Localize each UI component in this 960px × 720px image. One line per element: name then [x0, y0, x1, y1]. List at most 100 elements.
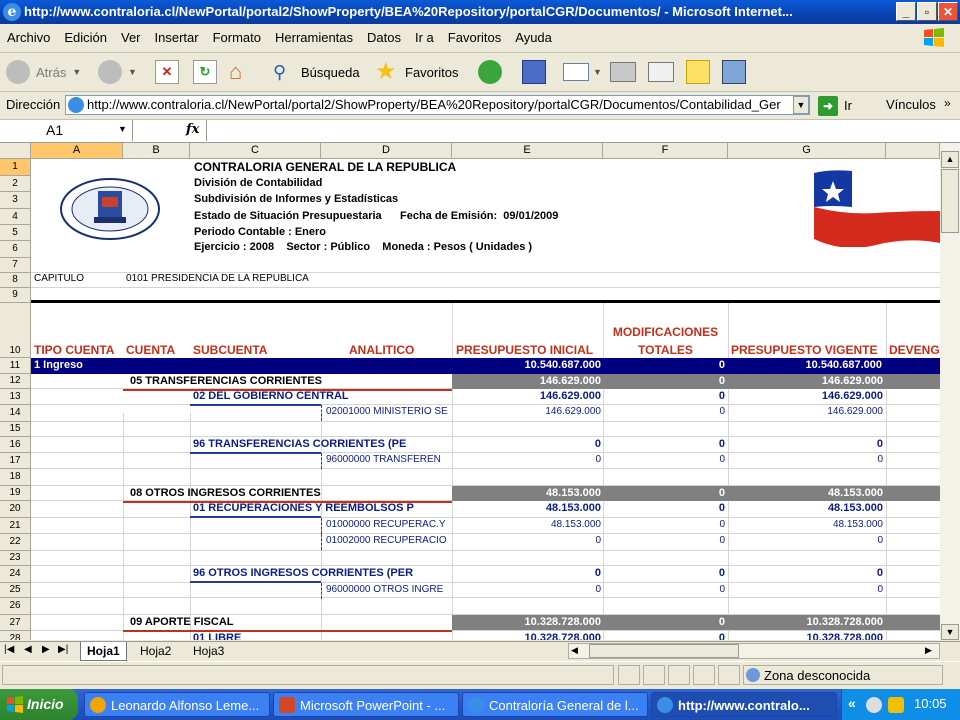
- row-header[interactable]: 5: [0, 225, 31, 241]
- scroll-up-icon[interactable]: ▲: [941, 151, 959, 168]
- discuss-button[interactable]: [686, 57, 710, 87]
- next-sheet-icon[interactable]: ▶: [42, 644, 50, 655]
- task-browser-active[interactable]: http://www.contralo...: [651, 692, 837, 717]
- horizontal-scroll-thumb[interactable]: [589, 644, 739, 658]
- menu-herramientas[interactable]: Herramientas: [268, 25, 360, 51]
- row-header[interactable]: 21: [0, 518, 31, 534]
- edit-button[interactable]: [648, 57, 674, 87]
- task-leonardo[interactable]: Leonardo Alfonso Leme...: [84, 692, 270, 717]
- row-header[interactable]: 6: [0, 241, 31, 258]
- column-header-c[interactable]: C: [190, 143, 321, 159]
- row-header[interactable]: 19: [0, 486, 31, 501]
- row-header[interactable]: 23: [0, 551, 31, 566]
- menu-datos[interactable]: Datos: [360, 25, 408, 51]
- row-header[interactable]: 28: [0, 631, 31, 640]
- column-header-h[interactable]: [886, 143, 940, 159]
- links-chevron-icon[interactable]: »: [944, 96, 951, 110]
- minimize-button[interactable]: _: [896, 2, 916, 21]
- last-sheet-icon[interactable]: ▶|: [58, 644, 68, 655]
- row-header[interactable]: 22: [0, 534, 31, 551]
- tab-hoja3[interactable]: Hoja3: [189, 643, 228, 660]
- start-button[interactable]: Inicio: [0, 689, 78, 720]
- menu-ir-a[interactable]: Ir a: [408, 25, 441, 51]
- row-header[interactable]: 14: [0, 405, 31, 422]
- row-header[interactable]: 3: [0, 192, 31, 209]
- select-all-corner[interactable]: [0, 143, 31, 159]
- row-header[interactable]: 24: [0, 566, 31, 583]
- print-button[interactable]: [610, 57, 636, 87]
- links-label[interactable]: Vínculos: [886, 97, 936, 112]
- maximize-button[interactable]: ▫: [917, 2, 937, 21]
- history-button[interactable]: [478, 57, 502, 87]
- row-header[interactable]: 15: [0, 422, 31, 437]
- address-input[interactable]: http://www.contraloria.cl/NewPortal/port…: [65, 95, 810, 115]
- row-header[interactable]: 26: [0, 598, 31, 615]
- spreadsheet-grid[interactable]: A B C D E F G 1 2 3 4 5 6 7 8 9 10 11 12 13 14 15 16 17 1…: [0, 143, 940, 640]
- row-header[interactable]: 9: [0, 288, 31, 303]
- task-powerpoint[interactable]: Microsoft PowerPoint - ...: [273, 692, 459, 717]
- row-header[interactable]: 1: [0, 159, 31, 176]
- column-header-f[interactable]: F: [603, 143, 728, 159]
- column-header-d[interactable]: D: [321, 143, 452, 159]
- fx-icon[interactable]: fx: [186, 122, 199, 137]
- column-header-b[interactable]: B: [123, 143, 190, 159]
- row-header[interactable]: 8: [0, 273, 31, 288]
- horizontal-scrollbar[interactable]: ◀ ▶: [568, 643, 940, 659]
- go-button[interactable]: ➜ Ir: [818, 95, 852, 116]
- vertical-scrollbar[interactable]: ▲ ▼: [940, 143, 960, 640]
- menu-formato[interactable]: Formato: [206, 25, 268, 51]
- home-button[interactable]: ⌂: [229, 57, 255, 87]
- scroll-left-icon[interactable]: ◀: [571, 645, 578, 656]
- row-header[interactable]: 10: [0, 303, 31, 358]
- menu-ver[interactable]: Ver: [114, 25, 148, 51]
- row-header[interactable]: 2: [0, 176, 31, 192]
- media-button[interactable]: [522, 57, 546, 87]
- favorites-button[interactable]: ★ Favoritos: [375, 57, 458, 87]
- column-header-a[interactable]: A: [31, 143, 123, 159]
- research-button[interactable]: [722, 57, 746, 87]
- row-header[interactable]: 16: [0, 437, 31, 453]
- menu-archivo[interactable]: Archivo: [0, 25, 57, 51]
- menu-edicion[interactable]: Edición: [57, 25, 114, 51]
- menu-favoritos[interactable]: Favoritos: [441, 25, 508, 51]
- tab-hoja2[interactable]: Hoja2: [136, 643, 175, 660]
- menu-insertar[interactable]: Insertar: [148, 25, 206, 51]
- row-header[interactable]: 17: [0, 453, 31, 469]
- tray-network-icon[interactable]: [866, 697, 882, 713]
- row-header[interactable]: 4: [0, 209, 31, 225]
- row-header[interactable]: 18: [0, 469, 31, 486]
- prev-sheet-icon[interactable]: ◀: [24, 644, 32, 655]
- row-header[interactable]: 7: [0, 258, 31, 273]
- forward-button[interactable]: ▼: [98, 57, 137, 87]
- name-box-dropdown-icon[interactable]: ▼: [118, 124, 127, 134]
- tray-security-icon[interactable]: [888, 697, 904, 713]
- stop-button[interactable]: ✕: [155, 57, 179, 87]
- menu-ayuda[interactable]: Ayuda: [508, 25, 559, 51]
- mail-icon: [563, 63, 589, 81]
- formula-input[interactable]: [206, 120, 960, 141]
- row-label: 01002000 RECUPERACIO: [326, 535, 447, 546]
- first-sheet-icon[interactable]: |◀: [4, 644, 14, 655]
- row-header[interactable]: 12: [0, 374, 31, 389]
- row-header[interactable]: 25: [0, 583, 31, 598]
- scroll-right-icon[interactable]: ▶: [925, 645, 932, 656]
- modificaciones-value: 0: [719, 584, 725, 595]
- refresh-button[interactable]: ↻: [193, 57, 217, 87]
- address-dropdown-icon[interactable]: ▼: [793, 96, 809, 114]
- tray-expand-icon[interactable]: «: [848, 695, 856, 711]
- row-header[interactable]: 11: [0, 358, 31, 374]
- back-button[interactable]: Atrás ▼: [6, 57, 81, 87]
- search-button[interactable]: ⚲ Búsqueda: [273, 57, 360, 87]
- row-header[interactable]: 27: [0, 615, 31, 631]
- column-header-g[interactable]: G: [728, 143, 886, 159]
- row-header[interactable]: 20: [0, 501, 31, 518]
- row-header[interactable]: 13: [0, 389, 31, 405]
- tab-hoja1[interactable]: Hoja1: [80, 642, 127, 661]
- mail-button[interactable]: ▼: [563, 57, 602, 87]
- close-button[interactable]: ✕: [938, 2, 958, 21]
- scroll-thumb[interactable]: [941, 169, 959, 233]
- name-box[interactable]: A1 ▼: [0, 120, 133, 141]
- scroll-down-icon[interactable]: ▼: [941, 624, 959, 640]
- task-contraloria[interactable]: Contraloría General de l...: [462, 692, 648, 717]
- column-header-e[interactable]: E: [452, 143, 603, 159]
